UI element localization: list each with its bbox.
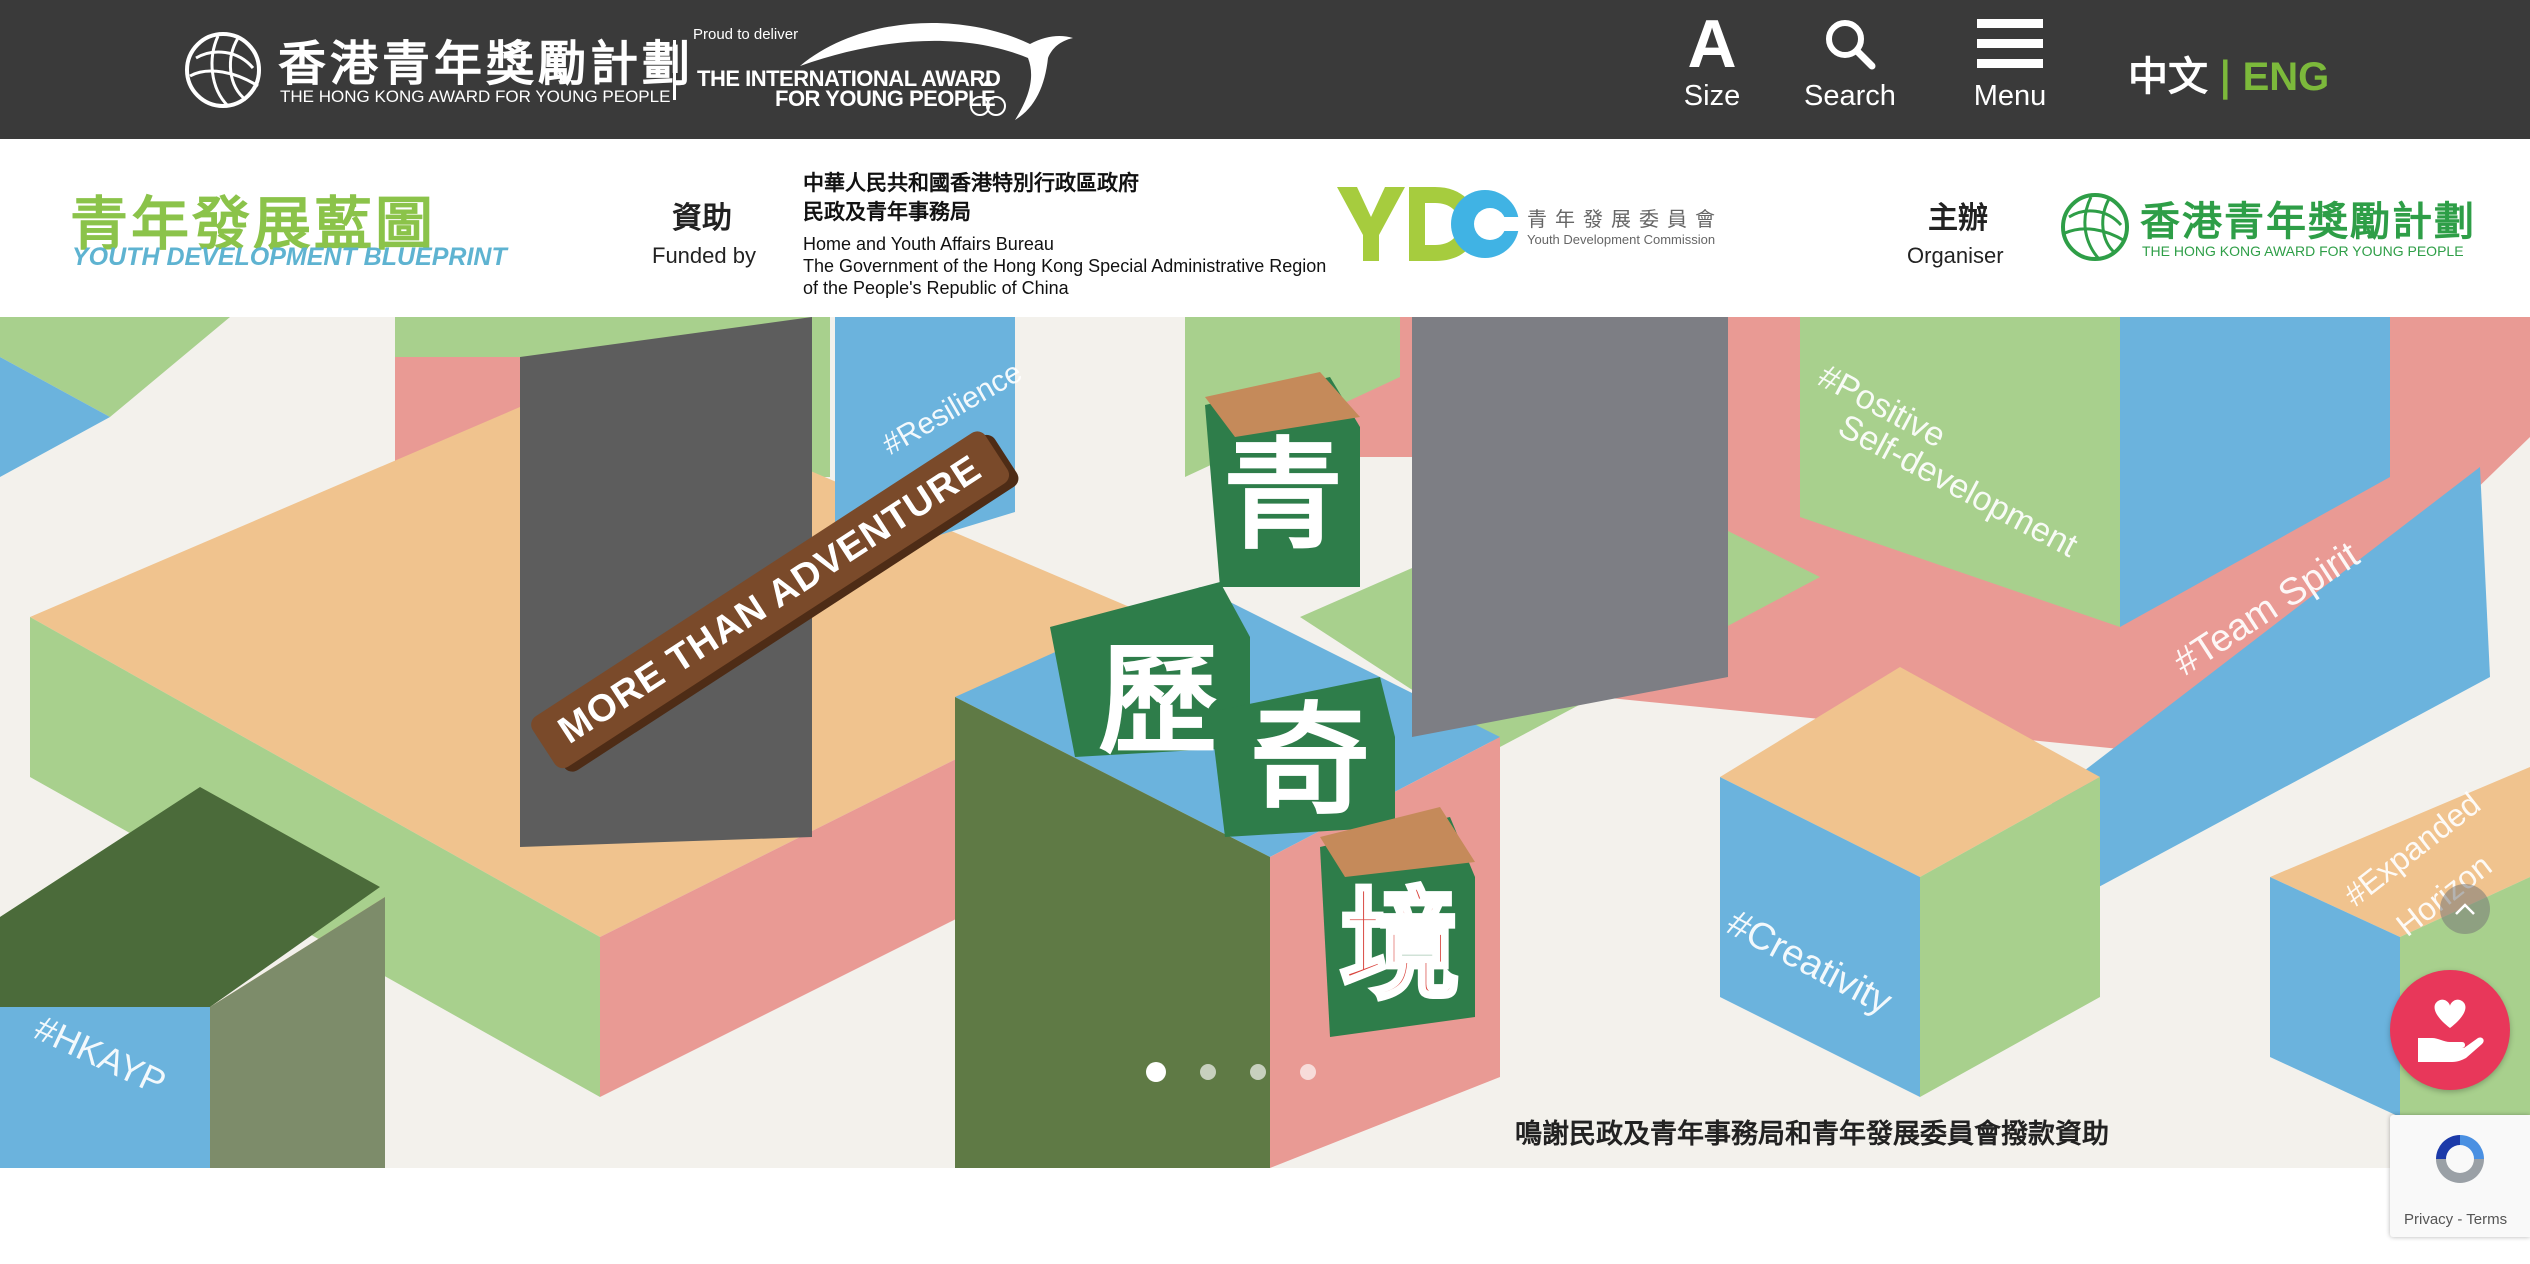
organiser-label-chinese: 主辦 <box>1928 201 1988 236</box>
menu-button[interactable]: Menu <box>1955 14 2065 113</box>
heart-in-hand-icon <box>2418 999 2484 1062</box>
carousel-dot-4[interactable] <box>1300 1064 1316 1080</box>
recaptcha-privacy-terms[interactable]: Privacy - Terms <box>2404 1211 2507 1228</box>
language-switcher: 中文 | ENG <box>2128 44 2329 102</box>
ydc-logo-icon[interactable] <box>1335 177 1525 267</box>
sponsor-bar: 青年發展藍圖 YOUTH DEVELOPMENT BLUEPRINT 資助 Fu… <box>0 139 2530 317</box>
top-navigation-bar: 香港青年獎勵計劃 THE HONG KONG AWARD FOR YOUNG P… <box>0 0 2530 139</box>
carousel-dot-3[interactable] <box>1250 1064 1266 1080</box>
bureau-name-chinese: 民政及青年事務局 <box>803 200 971 224</box>
hamburger-menu-icon <box>1977 19 2043 68</box>
carousel-dot-1[interactable] <box>1146 1062 1166 1082</box>
search-label: Search <box>1804 80 1896 112</box>
youth-blueprint-logo-english[interactable]: YOUTH DEVELOPMENT BLUEPRINT <box>72 243 507 272</box>
banner-char-li: 歷 <box>1098 632 1218 771</box>
hkayp-globe-logo-icon[interactable] <box>178 28 268 112</box>
scroll-to-top-button[interactable] <box>2440 884 2490 934</box>
international-award-line2: FOR YOUNG PEOPLE <box>775 86 996 111</box>
banner-char-qing: 青 <box>1223 427 1343 566</box>
donate-button[interactable] <box>2390 970 2510 1090</box>
gov-name-english-line2: of the People's Republic of China <box>803 278 1069 298</box>
organiser-label-english: Organiser <box>1907 243 2004 268</box>
gov-name-english-line1: The Government of the Hong Kong Special … <box>803 256 1327 276</box>
banner-char-jing: 境 <box>1338 877 1462 1016</box>
font-size-button[interactable]: A Size <box>1672 6 1752 113</box>
funding-acknowledgement: 鳴謝民政及青年事務局和青年發展委員會撥款資助 <box>1515 1119 2109 1150</box>
font-size-label: Size <box>1683 80 1741 112</box>
bureau-name-english: Home and Youth Affairs Bureau <box>803 234 1054 254</box>
search-button[interactable]: Search <box>1795 14 1905 113</box>
search-icon <box>1826 20 1876 70</box>
hero-banner-carousel[interactable]: MORE THAN ADVENTURE 青 歷 奇 境 #Resilience … <box>0 317 2530 1168</box>
ydc-name-english: Youth Development Commission <box>1527 232 1716 247</box>
funded-by-label-english: Funded by <box>652 243 756 268</box>
brand-title-chinese[interactable]: 香港青年獎勵計劃 <box>278 24 694 94</box>
government-bureau-logo[interactable]: 中華人民共和國香港特別行政區政府 民政及青年事務局 Home and Youth… <box>803 169 1326 299</box>
language-chinese-link[interactable]: 中文 <box>2128 54 2208 100</box>
organiser-name-chinese[interactable]: 香港青年獎勵計劃 <box>2140 189 2476 247</box>
funded-by-label-chinese: 資助 <box>672 201 732 236</box>
ydc-name-chinese: 青年發展委員會 <box>1527 207 1723 231</box>
font-size-icon: A <box>1687 6 1737 82</box>
recaptcha-badge[interactable]: Privacy - Terms <box>2390 1115 2530 1237</box>
hkayp-organiser-logo-icon[interactable] <box>2055 189 2135 264</box>
chevron-up-icon <box>2455 903 2475 915</box>
proud-to-deliver-text: Proud to deliver <box>693 26 799 43</box>
brand-title-english[interactable]: THE HONG KONG AWARD FOR YOUNG PEOPLE <box>280 87 670 107</box>
language-separator: | <box>2218 54 2233 100</box>
carousel-dot-2[interactable] <box>1200 1064 1216 1080</box>
recaptcha-logo-icon <box>2436 1135 2484 1183</box>
organiser-name-english[interactable]: THE HONG KONG AWARD FOR YOUNG PEOPLE <box>2142 243 2464 259</box>
banner-char-qi: 奇 <box>1250 692 1370 831</box>
gov-name-chinese: 中華人民共和國香港特別行政區政府 <box>803 171 1139 195</box>
carousel-dots <box>1146 1062 1316 1082</box>
language-english-link[interactable]: ENG <box>2243 55 2330 99</box>
menu-label: Menu <box>1973 80 2047 112</box>
brand-divider <box>673 40 676 100</box>
